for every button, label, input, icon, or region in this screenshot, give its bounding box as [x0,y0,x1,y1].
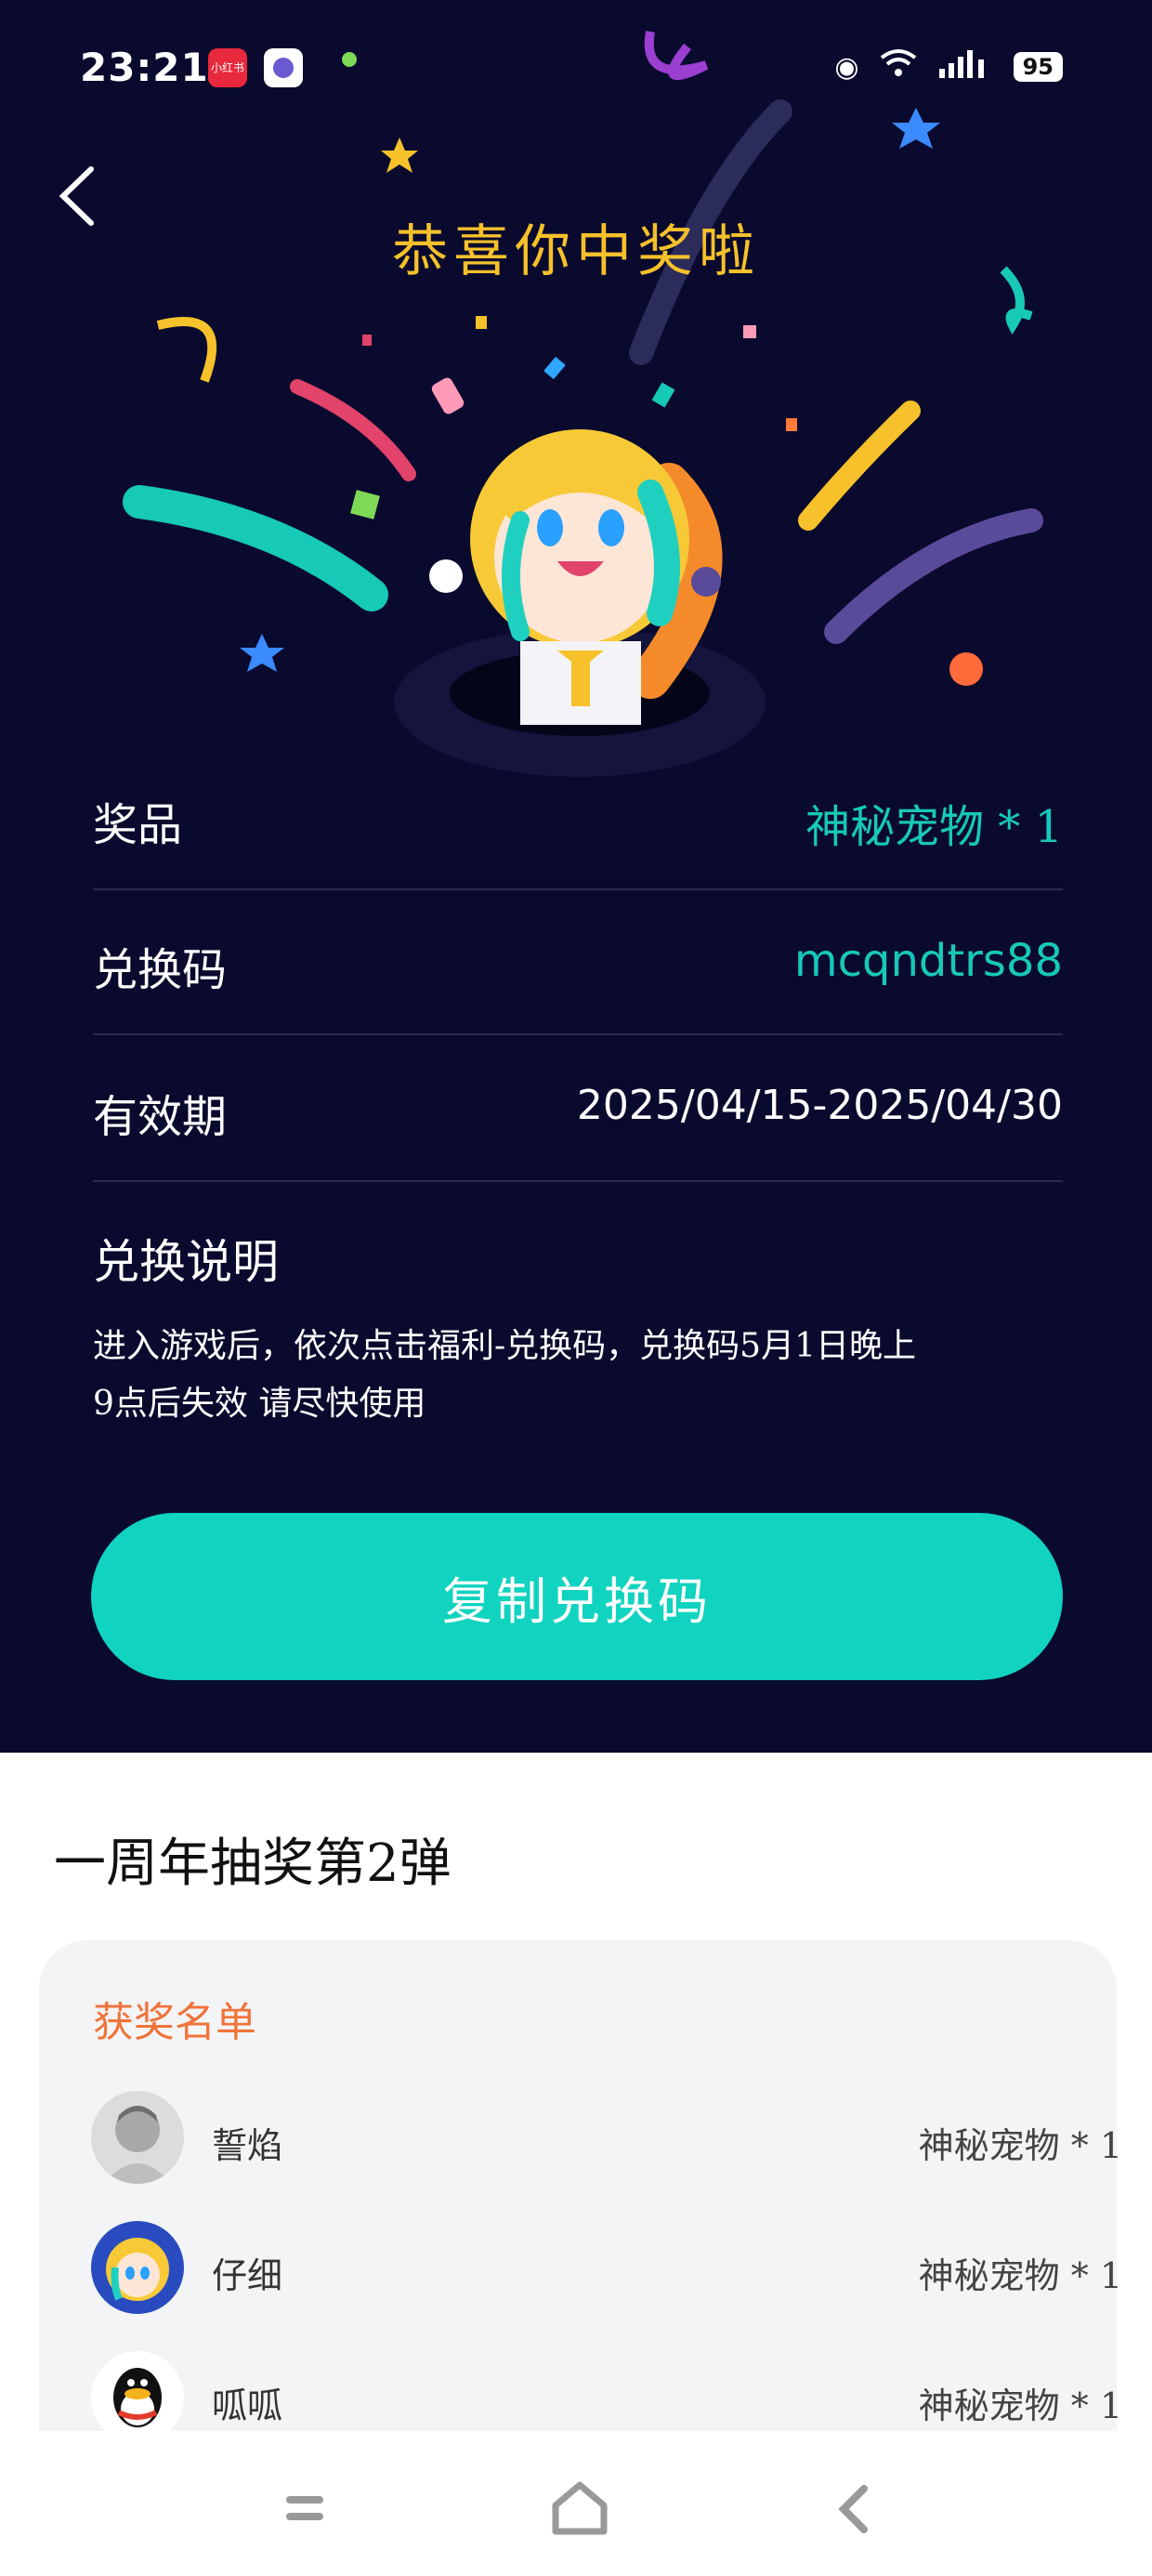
winner-prize: 神秘宠物 * 1 [918,2385,1122,2426]
code-label: 兑换码 [93,944,228,996]
valid-row: 有效期 2025/04/15-2025/04/30 [93,1035,1063,1182]
avatar [91,2091,184,2184]
winners-card: 获奖名单 誓焰 神秘宠物 * 1 仔细 神秘宠物 * 1 呱呱 神秘宠物 * 1 [39,1940,1122,2479]
prize-panel: 23:21 小红书 ◉ 95 恭喜你中奖啦 奖品 神秘宠物 * 1 兑换码 mc… [0,0,1152,1753]
winner-prize: 神秘宠物 * 1 [918,2255,1122,2296]
prize-value: 神秘宠物 * 1 [805,801,1063,853]
valid-label: 有效期 [93,1091,228,1143]
congrats-title: 恭喜你中奖啦 [392,219,760,284]
instructions-title: 兑换说明 [93,1235,279,1289]
winner-name: 仔细 [212,2255,283,2296]
celebration-illustration [123,31,1043,777]
avatar [91,2351,184,2444]
menu-icon[interactable] [268,2472,342,2546]
winner-prize: 神秘宠物 * 1 [918,2125,1122,2166]
winner-row: 誓焰 神秘宠物 * 1 [91,2091,1122,2193]
system-nav-bar [0,2431,1152,2576]
winner-name: 誓焰 [212,2125,283,2166]
winner-name: 呱呱 [212,2385,283,2426]
code-row: 兑换码 mcqndtrs88 [93,888,1063,1035]
prize-row: 奖品 神秘宠物 * 1 [93,743,1063,890]
back-icon[interactable] [818,2472,892,2546]
valid-value: 2025/04/15-2025/04/30 [576,1082,1063,1129]
winners-list-title: 获奖名单 [93,1999,256,2046]
instructions-body: 进入游戏后，依次点击福利-兑换码，兑换码5月1日晚上 9点后失效 请尽快使用 [93,1318,1059,1433]
avatar [91,2221,184,2314]
home-icon[interactable] [543,2472,617,2546]
prize-label: 奖品 [93,799,183,851]
event-title: 一周年抽奖第2弹 [54,1833,452,1894]
code-value[interactable]: mcqndtrs88 [794,935,1063,987]
instructions-line-1: 进入游戏后，依次点击福利-兑换码，兑换码5月1日晚上 [93,1327,916,1365]
instructions-line-2: 9点后失效 请尽快使用 [93,1385,426,1423]
copy-code-button[interactable]: 复制兑换码 [91,1513,1063,1680]
winner-row: 仔细 神秘宠物 * 1 [91,2221,1122,2323]
